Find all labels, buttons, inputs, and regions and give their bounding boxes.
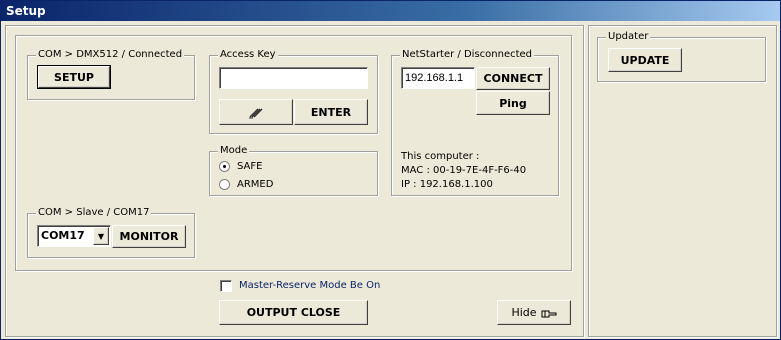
monitor-button[interactable]: MONITOR — [112, 225, 186, 248]
connect-button[interactable]: CONNECT — [476, 67, 550, 90]
dmx-legend: COM > DMX512 / Connected — [36, 49, 185, 60]
mac-address-label: MAC : 00-19-7E-4F-F6-40 — [401, 165, 527, 176]
mode-legend: Mode — [218, 145, 250, 156]
chevron-down-icon: ▼ — [97, 231, 105, 241]
mode-safe-label: SAFE — [237, 161, 263, 172]
access-key-legend: Access Key — [218, 49, 278, 60]
mode-armed-radio[interactable] — [219, 179, 230, 190]
ip-address-label: IP : 192.168.1.100 — [401, 179, 493, 190]
mode-armed-label: ARMED — [237, 179, 274, 190]
master-reserve-label: Master-Reserve Mode Be On — [239, 280, 381, 291]
updater-legend: Updater — [606, 31, 651, 42]
pointing-hand-icon — [541, 310, 557, 317]
com-port-select[interactable]: COM17 ▼ — [37, 225, 111, 247]
this-computer-label: This computer : — [401, 151, 480, 162]
key-icon — [249, 108, 263, 119]
slave-legend: COM > Slave / COM17 — [36, 207, 152, 218]
access-key-input[interactable] — [219, 67, 368, 89]
setup-window: Setup COM > DMX512 / Connected SETUP Acc… — [0, 0, 781, 340]
master-reserve-checkbox[interactable] — [220, 280, 232, 292]
dropdown-arrow-button[interactable]: ▼ — [93, 227, 109, 245]
key-button[interactable] — [219, 99, 293, 125]
mode-group: Mode — [209, 145, 378, 196]
netstarter-ip-input[interactable] — [401, 67, 475, 89]
title-bar[interactable]: Setup — [1, 1, 780, 21]
output-close-button[interactable]: OUTPUT CLOSE — [219, 300, 368, 325]
ping-button[interactable]: Ping — [476, 91, 550, 115]
update-button[interactable]: UPDATE — [608, 48, 682, 72]
window-title: Setup — [6, 4, 46, 18]
hide-button[interactable]: Hide — [497, 300, 571, 325]
hide-label: Hide — [511, 306, 537, 319]
com-port-value: COM17 — [41, 229, 85, 242]
netstarter-legend: NetStarter / Disconnected — [400, 49, 535, 60]
mode-safe-radio[interactable] — [219, 161, 230, 172]
enter-button[interactable]: ENTER — [294, 99, 368, 125]
setup-button[interactable]: SETUP — [37, 65, 111, 89]
